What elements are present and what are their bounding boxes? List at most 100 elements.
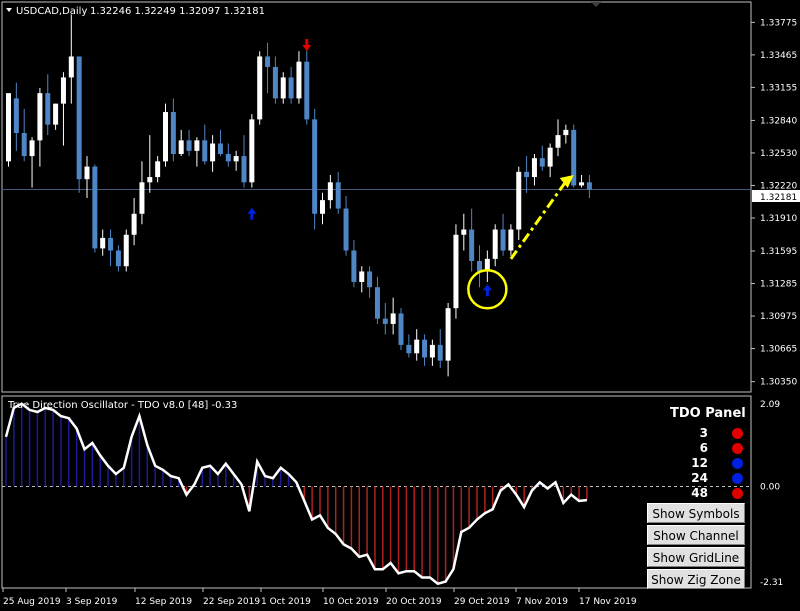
candle-body	[139, 182, 145, 214]
chart-shift-marker-icon	[591, 2, 601, 7]
time-axis: 25 Aug 2019 3 Sep 2019 12 Sep 2019 22 Sep 2…	[2, 588, 637, 607]
arrow-up-icon	[247, 207, 257, 220]
main-chart-frame	[1, 1, 752, 393]
tdo-period-label: 24	[691, 471, 708, 485]
candle-body	[249, 119, 255, 183]
price-tick-label: 1.33775	[760, 18, 797, 28]
candle-body	[531, 158, 537, 178]
show-channel-button[interactable]: Show Channel	[647, 525, 745, 545]
ohlc-readout: 1.32246 1.32249 1.32097 1.32181	[90, 6, 265, 17]
oscillator-frame	[1, 395, 752, 589]
tdo-period-label: 48	[691, 486, 708, 500]
candle-body	[265, 56, 271, 67]
price-tick-label: 1.30975	[760, 312, 797, 322]
candle-body	[312, 119, 318, 214]
oscillator-tick-label: 2.09	[760, 400, 780, 410]
arrow-down-icon	[302, 38, 312, 51]
candle-body	[398, 313, 404, 345]
candle-body	[477, 260, 482, 272]
time-tick-label: 17 Nov 2019	[579, 597, 637, 607]
time-tick-label: 29 Oct 2019	[454, 597, 510, 607]
symbol-dropdown-icon[interactable]	[6, 8, 12, 12]
time-tick-label: 22 Sep 2019	[203, 597, 260, 607]
tdo-row: 6	[640, 441, 748, 456]
candle-body	[60, 77, 66, 104]
candle-body	[76, 56, 82, 180]
candle-body	[492, 229, 498, 259]
symbol-label: USDCAD,Daily	[16, 6, 87, 17]
time-tick-label: 1 Oct 2019	[261, 597, 311, 607]
candle-body	[202, 140, 208, 162]
candle-body	[186, 140, 192, 151]
price-tick-label: 1.30350	[760, 378, 797, 388]
oscillator-tick-label: -2.31	[760, 578, 783, 588]
candle-body	[280, 77, 286, 99]
tdo-status-dot	[732, 428, 743, 439]
arrow-up-icon	[482, 284, 492, 297]
tdo-panel-title: TDO Panel	[670, 406, 746, 421]
candle-body	[29, 140, 35, 157]
candle-body	[508, 229, 514, 251]
candle-body	[288, 77, 294, 99]
tdo-row: 24	[640, 471, 748, 486]
candle-body	[555, 135, 561, 148]
candle-body	[390, 313, 396, 324]
show-gridline-button[interactable]: Show GridLine	[647, 547, 745, 567]
candle-body	[68, 56, 74, 78]
candle-body	[445, 308, 451, 361]
candle-body	[225, 153, 231, 162]
time-tick-label: 25 Aug 2019	[3, 597, 61, 607]
oscillator	[2, 402, 751, 586]
candle-body	[296, 61, 302, 99]
candle-body	[45, 93, 51, 125]
price-tick-label: 1.32220	[760, 181, 797, 191]
price-tick-label: 1.31910	[760, 214, 797, 224]
tdo-status-dot	[732, 458, 743, 469]
candle-body	[194, 140, 200, 151]
candle-body	[453, 234, 459, 309]
candle-body	[147, 177, 153, 183]
candle-body	[500, 229, 506, 251]
candle-body	[115, 250, 121, 267]
candle-body	[13, 98, 19, 134]
candle-body	[123, 234, 129, 267]
tdo-period-label: 3	[699, 426, 708, 440]
time-tick-label: 3 Sep 2019	[66, 597, 118, 607]
candle-body	[37, 93, 43, 141]
candle-body	[547, 147, 553, 167]
candle-body	[21, 133, 27, 157]
candle-body	[579, 182, 585, 186]
candle-body	[6, 93, 11, 162]
candle-body	[92, 166, 98, 249]
tdo-row: 12	[640, 456, 748, 471]
candle-body	[374, 287, 380, 319]
show-symbols-button[interactable]: Show Symbols	[647, 503, 745, 523]
tdo-status-dot	[732, 488, 743, 499]
time-tick-label: 20 Oct 2019	[386, 597, 442, 607]
candle-body	[367, 271, 373, 288]
candle-body	[422, 339, 428, 358]
candle-body	[437, 344, 443, 361]
candle-body	[217, 143, 223, 154]
candle-body	[131, 213, 137, 235]
candle-body	[233, 156, 239, 162]
time-tick-label: 12 Sep 2019	[135, 597, 192, 607]
price-tick-label: 1.30665	[760, 345, 797, 355]
candle-body	[327, 182, 333, 201]
show-zig-zone-button[interactable]: Show Zig Zone	[647, 569, 745, 589]
candle-body	[84, 166, 90, 180]
candle-body	[382, 318, 388, 324]
candle-body	[241, 156, 247, 183]
candle-body	[257, 56, 263, 120]
candle-body	[170, 112, 176, 154]
candle-body	[108, 237, 114, 251]
candle-body	[539, 158, 545, 167]
tdo-status-dot	[732, 443, 743, 454]
candle-body	[429, 344, 435, 358]
candle-body	[414, 339, 420, 354]
price-tick-label: 1.31595	[760, 247, 797, 257]
candles	[6, 14, 592, 377]
tdo-period-label: 12	[691, 456, 708, 470]
candle-body	[272, 66, 278, 99]
price-tick-label: 1.33465	[760, 51, 797, 61]
